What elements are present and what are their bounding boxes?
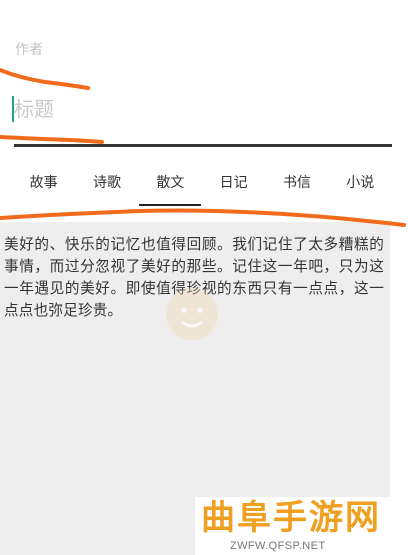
tab-poetry[interactable]: 诗歌: [75, 164, 138, 208]
site-watermark: 曲阜手游网 ZWFW.QFSP.NET: [195, 497, 407, 555]
annotation-mark-author: [0, 68, 90, 90]
tab-story[interactable]: 故事: [12, 164, 75, 208]
tab-diary[interactable]: 日记: [202, 164, 265, 208]
content-body-text[interactable]: 美好的、快乐的记忆也值得回顾。我们记住了太多糟糕的事情，而过分忽视了美好的那些。…: [0, 228, 384, 322]
tab-letter[interactable]: 书信: [265, 164, 328, 208]
watermark-brand: 曲阜手游网: [201, 498, 381, 538]
title-field[interactable]: [12, 92, 392, 147]
genre-tabs: 故事 诗歌 散文 日记 书信 小说: [12, 164, 392, 208]
title-input[interactable]: [14, 92, 374, 126]
title-underline: [14, 144, 392, 147]
author-field[interactable]: 作者: [15, 39, 43, 59]
tab-prose[interactable]: 散文: [139, 164, 202, 208]
tab-novel[interactable]: 小说: [329, 164, 392, 208]
watermark-url: ZWFW.QFSP.NET: [230, 540, 326, 552]
